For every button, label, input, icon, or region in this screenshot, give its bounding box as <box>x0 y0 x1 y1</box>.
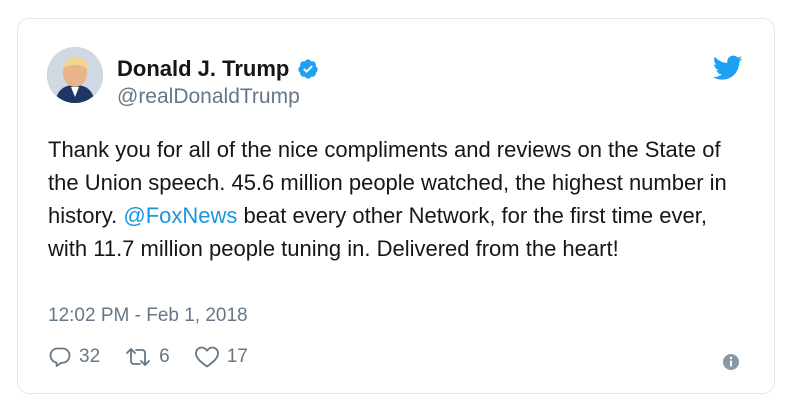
tweet-timestamp[interactable]: 12:02 PM - Feb 1, 2018 <box>48 305 248 327</box>
info-icon[interactable] <box>722 353 740 371</box>
author-name[interactable]: Donald J. Trump <box>117 56 289 82</box>
retweet-icon <box>124 345 152 369</box>
mention-link[interactable]: @FoxNews <box>123 203 237 228</box>
twitter-bird-icon[interactable] <box>712 55 743 81</box>
heart-icon <box>194 345 220 369</box>
like-count: 17 <box>226 346 248 367</box>
reply-button[interactable]: 32 <box>48 345 100 369</box>
tweet-card[interactable]: Donald J. Trump @realDonaldTrump Thank y… <box>17 18 775 394</box>
tweet-actions: 32 6 17 <box>48 345 272 369</box>
tweet-text: Thank you for all of the nice compliment… <box>48 133 748 265</box>
reply-count: 32 <box>79 346 101 367</box>
like-button[interactable]: 17 <box>194 345 248 369</box>
verified-badge-icon <box>297 58 319 80</box>
avatar[interactable] <box>47 47 103 103</box>
author-row: Donald J. Trump <box>117 56 319 82</box>
retweet-count: 6 <box>159 346 170 367</box>
author-handle[interactable]: @realDonaldTrump <box>117 85 300 109</box>
reply-icon <box>48 345 72 369</box>
retweet-button[interactable]: 6 <box>124 345 170 369</box>
